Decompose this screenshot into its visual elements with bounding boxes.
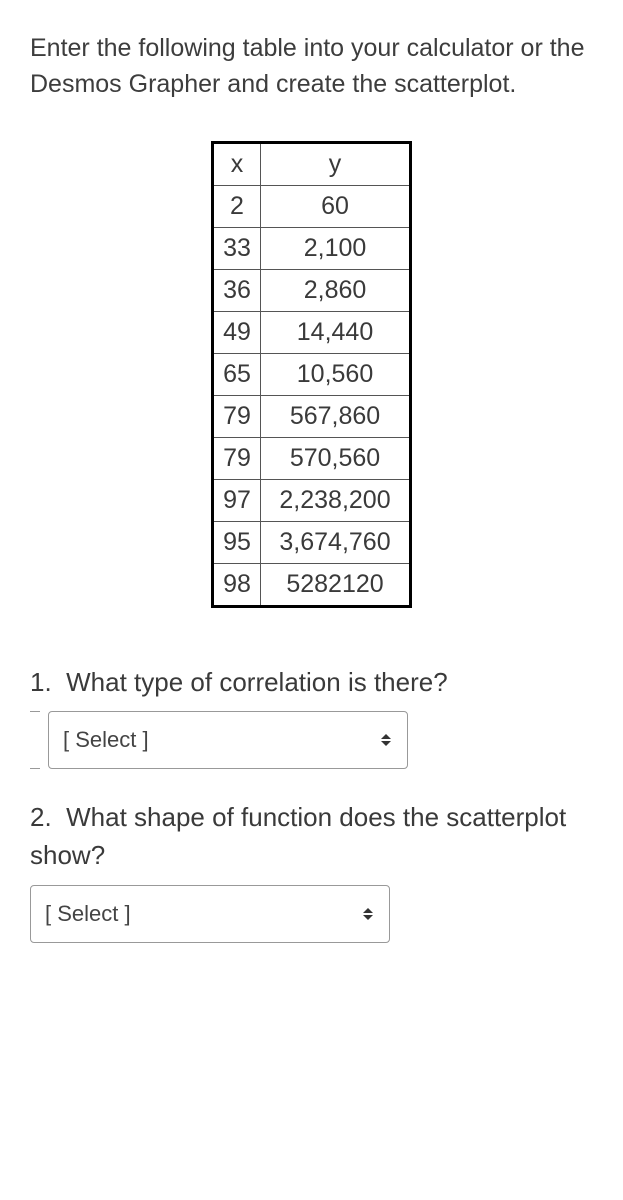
cell-y: 2,100 [261, 227, 411, 269]
cell-x: 65 [213, 353, 261, 395]
intro-text: Enter the following table into your calc… [30, 30, 593, 103]
cell-x: 97 [213, 479, 261, 521]
header-x: x [213, 142, 261, 185]
table-row: 95 3,674,760 [213, 521, 411, 563]
header-y: y [261, 142, 411, 185]
cell-y: 567,860 [261, 395, 411, 437]
cell-x: 95 [213, 521, 261, 563]
table-row: 49 14,440 [213, 311, 411, 353]
question-2-text: 2. What shape of function does the scatt… [30, 799, 593, 874]
table-row: 98 5282120 [213, 563, 411, 606]
cell-x: 49 [213, 311, 261, 353]
question-1: 1. What type of correlation is there? [ … [30, 664, 593, 770]
question-2-number: 2. [30, 802, 52, 832]
cell-y: 10,560 [261, 353, 411, 395]
cell-y: 60 [261, 185, 411, 227]
table-header-row: x y [213, 142, 411, 185]
answer-marker [30, 711, 40, 769]
question-1-body: What type of correlation is there? [66, 667, 448, 697]
cell-y: 570,560 [261, 437, 411, 479]
data-table-wrap: x y 2 60 33 2,100 36 2,860 49 14,440 65 … [30, 141, 593, 608]
question-2-select[interactable]: [ Select ] [30, 885, 390, 943]
cell-y: 3,674,760 [261, 521, 411, 563]
cell-x: 2 [213, 185, 261, 227]
data-table: x y 2 60 33 2,100 36 2,860 49 14,440 65 … [211, 141, 412, 608]
cell-x: 36 [213, 269, 261, 311]
cell-y: 14,440 [261, 311, 411, 353]
table-row: 2 60 [213, 185, 411, 227]
table-row: 79 570,560 [213, 437, 411, 479]
question-1-text: 1. What type of correlation is there? [30, 664, 593, 702]
question-1-select-placeholder: [ Select ] [63, 727, 149, 753]
cell-x: 79 [213, 395, 261, 437]
cell-x: 98 [213, 563, 261, 606]
chevron-up-down-icon [379, 731, 393, 749]
cell-y: 5282120 [261, 563, 411, 606]
question-1-select[interactable]: [ Select ] [48, 711, 408, 769]
chevron-up-down-icon [361, 905, 375, 923]
cell-y: 2,860 [261, 269, 411, 311]
cell-y: 2,238,200 [261, 479, 411, 521]
cell-x: 33 [213, 227, 261, 269]
table-row: 36 2,860 [213, 269, 411, 311]
table-row: 33 2,100 [213, 227, 411, 269]
question-2: 2. What shape of function does the scatt… [30, 799, 593, 942]
question-1-number: 1. [30, 667, 52, 697]
table-row: 79 567,860 [213, 395, 411, 437]
cell-x: 79 [213, 437, 261, 479]
table-row: 97 2,238,200 [213, 479, 411, 521]
table-row: 65 10,560 [213, 353, 411, 395]
question-2-body: What shape of function does the scatterp… [30, 802, 566, 870]
question-2-select-placeholder: [ Select ] [45, 901, 131, 927]
